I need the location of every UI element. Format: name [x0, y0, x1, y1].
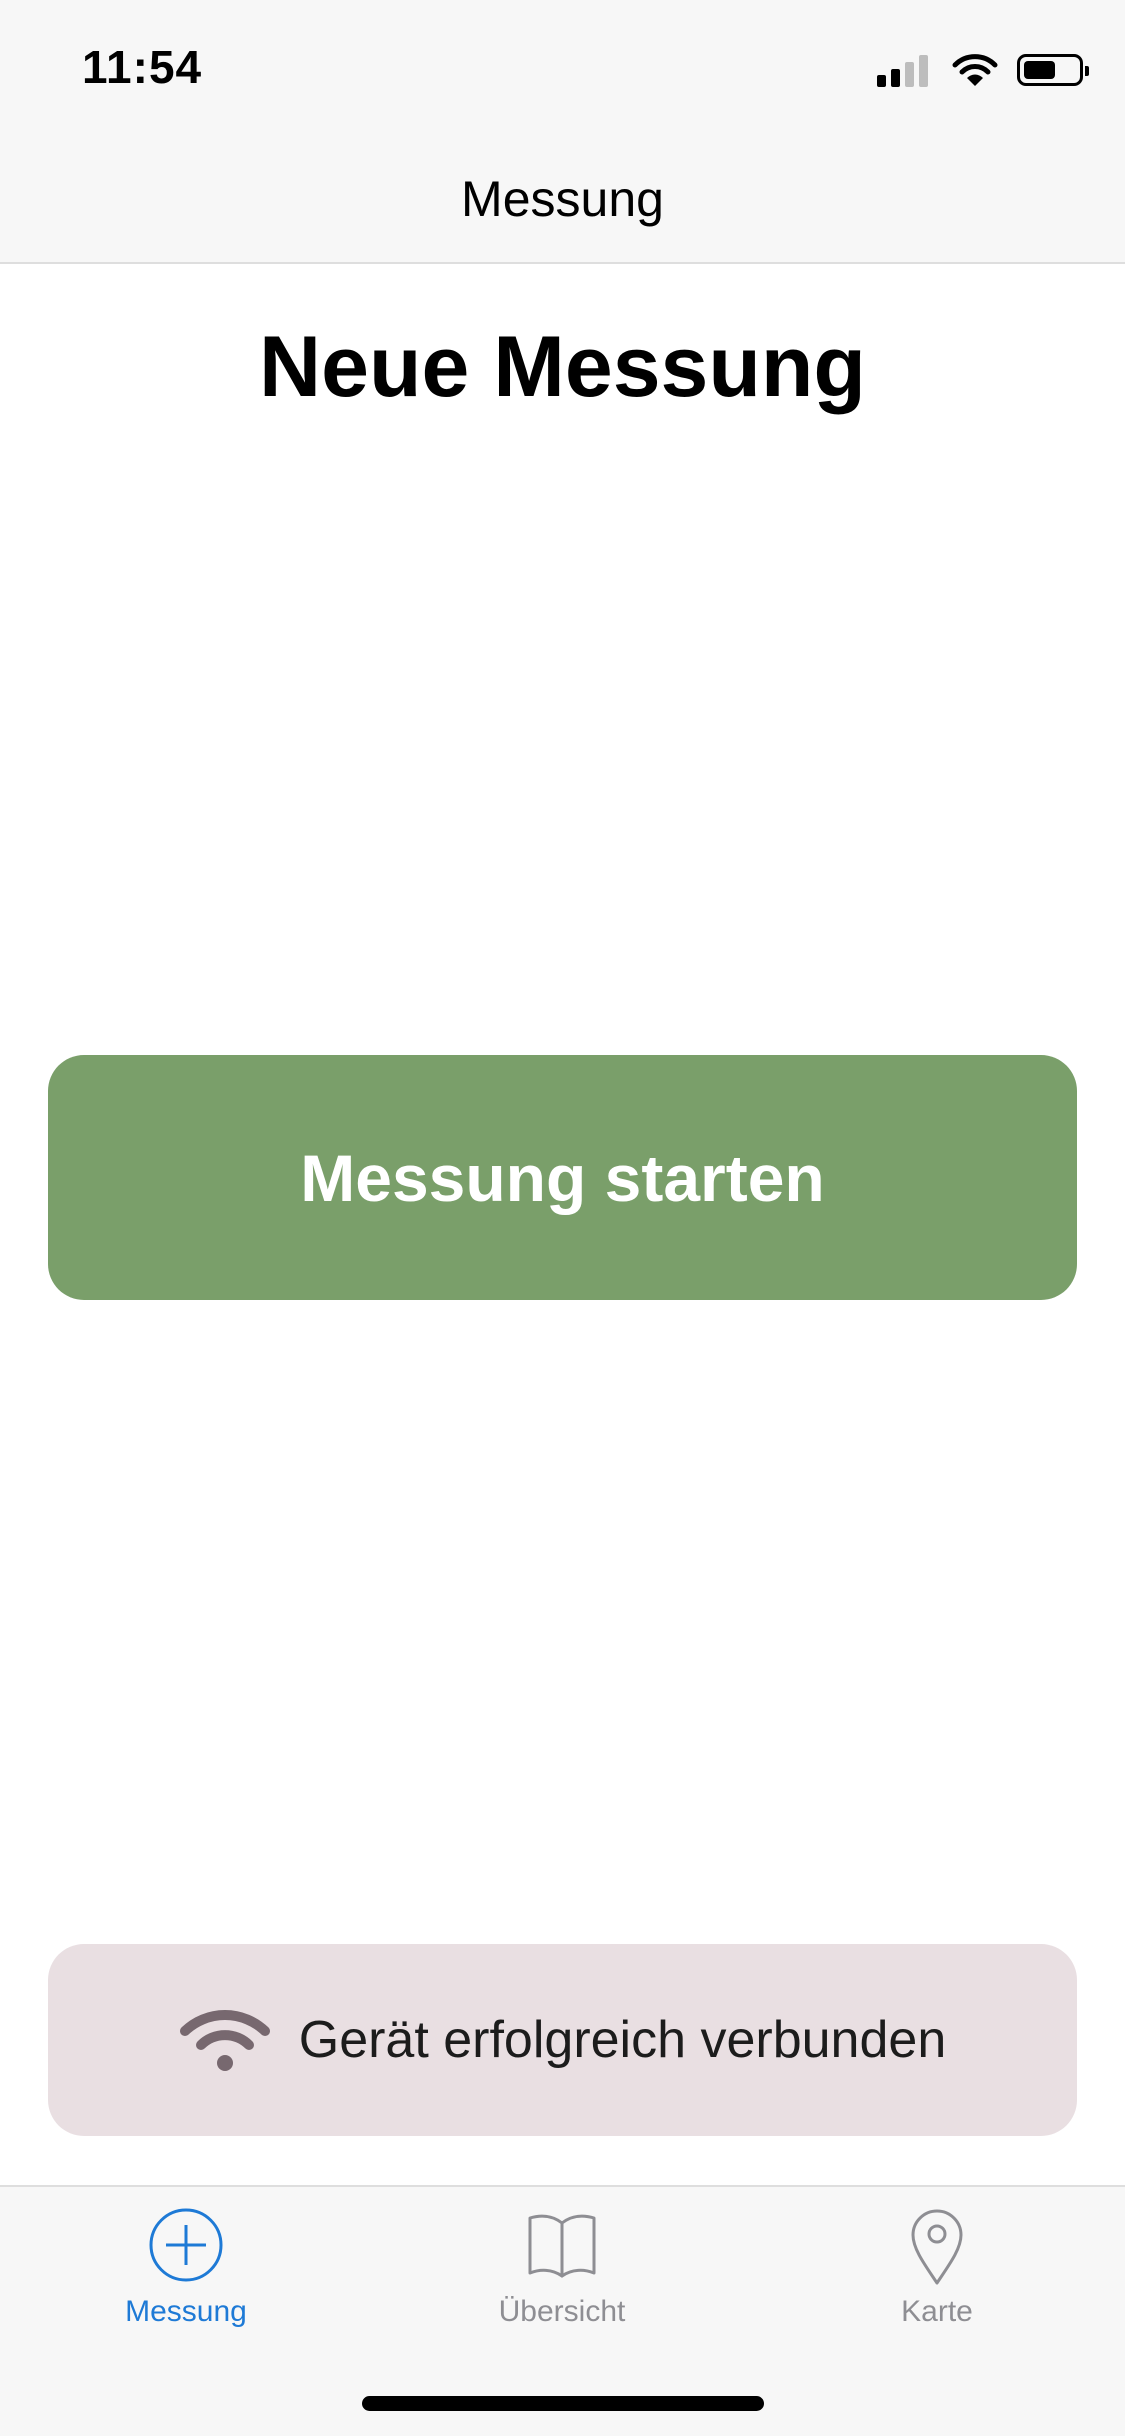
tab-label: Karte [901, 2295, 973, 2328]
tab-uebersicht[interactable]: Übersicht [442, 2203, 682, 2329]
battery-tip [1085, 66, 1089, 76]
page-title: Neue Messung [259, 319, 866, 415]
cellular-signal-icon [877, 53, 933, 87]
start-measurement-label: Messung starten [300, 1140, 825, 1215]
battery-icon [1017, 54, 1089, 86]
tab-karte[interactable]: Karte [817, 2203, 1057, 2329]
nav-title: Messung [461, 171, 664, 227]
status-time: 11:54 [82, 41, 203, 93]
map-pin-icon [911, 2209, 963, 2285]
status-icons [877, 50, 1089, 90]
tab-messung[interactable]: Messung [66, 2203, 306, 2329]
wifi-icon [952, 54, 998, 86]
screen: 11:54 Messung Neue Messung Messung start… [0, 0, 1125, 2436]
tab-label: Übersicht [498, 2295, 626, 2328]
plus-circle-icon [149, 2208, 223, 2282]
connection-status-text: Gerät erfolgreich verbunden [298, 2011, 947, 2069]
connection-status-banner: Gerät erfolgreich verbunden [48, 1944, 1077, 2136]
tab-label: Messung [125, 2295, 247, 2328]
home-indicator[interactable] [362, 2396, 764, 2411]
book-icon [528, 2214, 596, 2278]
wifi-icon [179, 2010, 270, 2071]
start-measurement-button[interactable]: Messung starten [48, 1055, 1077, 1300]
top-chrome: 11:54 Messung [0, 0, 1125, 264]
battery-fill [1024, 61, 1056, 79]
